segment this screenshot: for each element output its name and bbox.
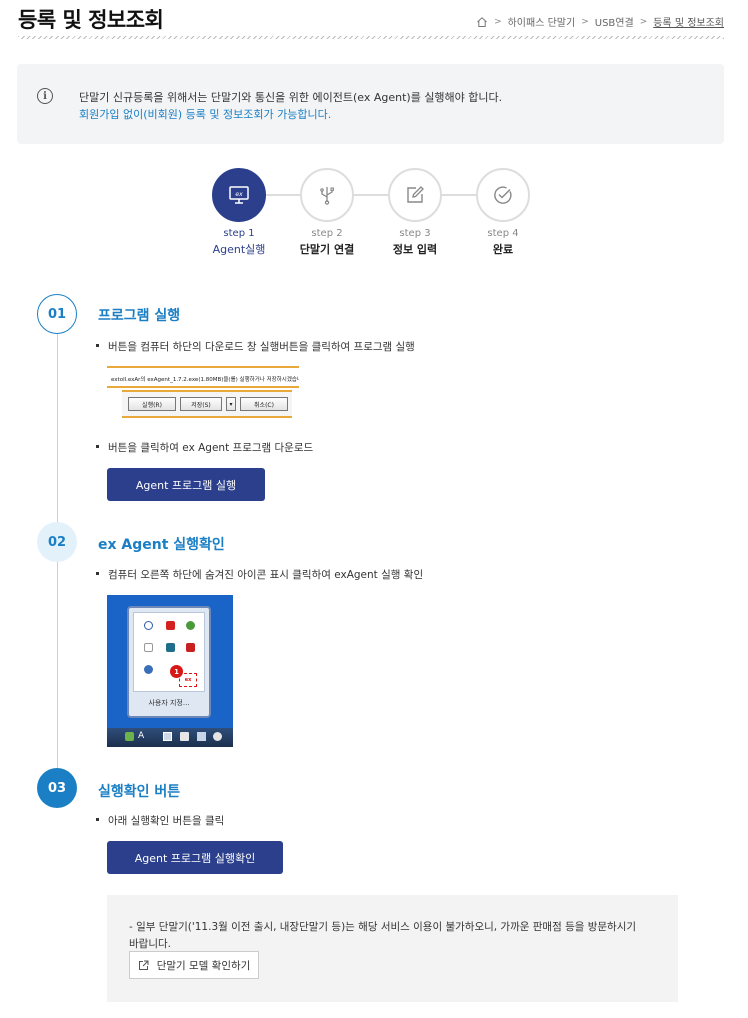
step-2: step 2 단말기 연결 <box>300 168 354 257</box>
bullet-download-instruction: 버튼을 클릭하여 ex Agent 프로그램 다운로드 <box>96 440 313 455</box>
download-button-row: 실행(R) 저장(S) ▾ 취소(C) <box>122 390 292 418</box>
download-cancel-button: 취소(C) <box>240 397 288 411</box>
shield-tray-icon <box>144 665 153 674</box>
step-1-number: step 1 <box>223 228 255 239</box>
step-2-number: step 2 <box>311 228 343 239</box>
tray-customize-link: 사용자 지정... <box>148 699 190 707</box>
step-1-name: Agent실행 <box>212 243 266 256</box>
step-3-name: 정보 입력 <box>392 243 438 256</box>
app-tray-icon <box>166 621 175 630</box>
external-link-icon <box>138 960 149 970</box>
pdf-tray-icon <box>186 643 195 652</box>
step-2-circle <box>300 168 354 222</box>
breadcrumb-item-usb[interactable]: USB연결 <box>595 14 634 29</box>
agent-confirm-button[interactable]: Agent 프로그램 실행확인 <box>107 841 283 874</box>
step-4-number: step 4 <box>487 228 519 239</box>
title-divider <box>18 36 724 39</box>
section-number-02: 02 <box>37 522 77 562</box>
tray-popup: 1 ex 사용자 지정... <box>127 606 211 718</box>
chevron-right-icon: > <box>639 16 648 27</box>
notice-line-agent: 단말기 신규등록을 위해서는 단말기와 통신을 위한 에이전트(ex Agent… <box>79 91 503 104</box>
monitor-tray-icon <box>166 643 175 652</box>
section-title-confirm: 실행확인 버튼 <box>98 784 181 800</box>
notice-line-guest: 회원가입 없이(비회원) 등록 및 정보조회가 가능합니다. <box>79 108 332 121</box>
download-run-button: 실행(R) <box>128 397 176 411</box>
network-tray-icon <box>186 621 195 630</box>
unsupported-device-text: - 일부 단말기('11.3월 이전 출시, 내장단말기 등)는 해당 서비스 … <box>129 921 637 950</box>
step-1: ex step 1 Agent실행 <box>212 168 266 257</box>
monitor-ex-icon: ex <box>229 186 249 204</box>
tray-app-icon <box>125 732 134 741</box>
step-connector <box>354 194 388 196</box>
page-title: 등록 및 정보조회 <box>18 8 164 32</box>
edit-icon <box>407 186 424 203</box>
step-2-name: 단말기 연결 <box>299 243 355 256</box>
step-4-name: 완료 <box>492 243 514 256</box>
download-message: extoll.exAr의 exAgent_1.7.2.exe(1.80MB)을(… <box>107 366 299 388</box>
home-icon[interactable] <box>476 16 488 28</box>
step-4-circle <box>476 168 530 222</box>
flag-icon <box>144 643 153 652</box>
download-save-button: 저장(S) <box>180 397 222 411</box>
breadcrumb: > 하이패스 단말기 > USB연결 > 등록 및 정보조회 <box>476 14 724 29</box>
step-3-circle <box>388 168 442 222</box>
usb-icon <box>320 187 334 205</box>
step-1-circle: ex <box>212 168 266 222</box>
bullet-confirm-instruction: 아래 실행확인 버튼을 클릭 <box>96 813 224 828</box>
breadcrumb-item-device[interactable]: 하이패스 단말기 <box>508 14 576 29</box>
agent-run-button[interactable]: Agent 프로그램 실행 <box>107 468 265 501</box>
section-title-check: ex Agent 실행확인 <box>98 537 225 553</box>
check-circle-icon <box>494 186 512 204</box>
show-hidden-icons-button <box>163 732 172 741</box>
chevron-right-icon: > <box>581 16 589 27</box>
network-icon <box>197 732 206 741</box>
step-3: step 3 정보 입력 <box>388 168 442 257</box>
breadcrumb-item-current[interactable]: 등록 및 정보조회 <box>653 14 724 29</box>
section-number-03: 03 <box>37 768 77 808</box>
download-bar-screenshot: extoll.exAr의 exAgent_1.7.2.exe(1.80MB)을(… <box>107 366 299 420</box>
check-model-button[interactable]: 단말기 모델 확인하기 <box>129 951 259 979</box>
check-model-label: 단말기 모델 확인하기 <box>156 959 251 972</box>
info-notice: i 단말기 신규등록을 위해서는 단말기와 통신을 위한 에이전트(ex Age… <box>17 64 724 144</box>
taskbar: A <box>107 728 233 747</box>
section-number-01: 01 <box>37 294 77 334</box>
step-progress: ex step 1 Agent실행 step 2 단말기 연결 step 3 정… <box>212 168 530 268</box>
power-icon <box>180 732 189 741</box>
section-title-run: 프로그램 실행 <box>98 308 181 324</box>
info-icon: i <box>37 88 53 104</box>
volume-icon <box>213 732 222 741</box>
system-tray-screenshot: 1 ex 사용자 지정... A <box>107 595 233 747</box>
chevron-down-icon: ▾ <box>226 397 236 411</box>
svg-text:ex: ex <box>235 191 243 198</box>
bluetooth-icon <box>144 621 153 630</box>
step-connector <box>266 194 300 196</box>
step-4: step 4 완료 <box>476 168 530 257</box>
chevron-right-icon: > <box>494 16 502 27</box>
step-3-number: step 3 <box>399 228 431 239</box>
bullet-run-instruction: 버튼을 컴퓨터 하단의 다운로드 창 실행버튼을 클릭하여 프로그램 실행 <box>96 339 415 354</box>
unsupported-device-notice: - 일부 단말기('11.3월 이전 출시, 내장단말기 등)는 해당 서비스 … <box>107 895 678 1002</box>
step-connector <box>442 194 476 196</box>
bullet-tray-instruction: 컴퓨터 오른쪽 하단에 숨겨진 아이콘 표시 클릭하여 exAgent 실행 확… <box>96 567 423 582</box>
ex-agent-tray-icon: ex <box>179 673 197 687</box>
ime-icon: A <box>138 731 145 741</box>
